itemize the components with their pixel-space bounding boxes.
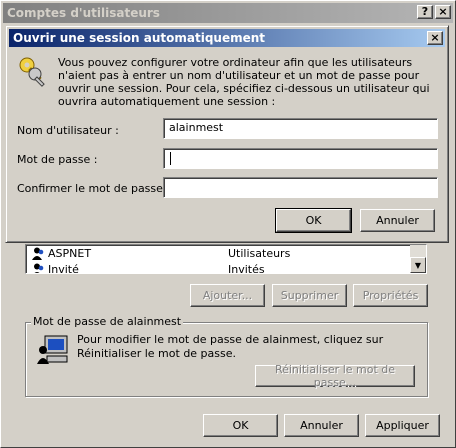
- apply-button[interactable]: Appliquer: [365, 414, 440, 437]
- text-caret: [170, 152, 171, 165]
- username-field[interactable]: alainmest: [163, 118, 438, 139]
- close-button[interactable]: ×: [435, 5, 451, 19]
- user-name: ASPNET: [48, 246, 92, 260]
- list-item[interactable]: Invité Invités: [32, 262, 265, 274]
- password-group-title: Mot de passe de alainmest: [31, 315, 184, 328]
- keys-icon: [18, 56, 48, 88]
- remove-button[interactable]: Supprimer: [272, 284, 347, 307]
- dialog-title-bar[interactable]: Ouvrir une session automatiquement ×: [9, 29, 445, 47]
- user-icon: [32, 247, 45, 260]
- user-name: Invité: [48, 262, 79, 274]
- dialog-cancel-button[interactable]: Annuler: [360, 209, 435, 232]
- reset-password-button[interactable]: Réinitialiser le mot de passe...: [255, 363, 415, 389]
- main-window-title: Comptes d'utilisateurs: [7, 6, 160, 20]
- user-accounts-window: Comptes d'utilisateurs ? × ASPNET Utilis…: [0, 0, 456, 448]
- help-button[interactable]: ?: [417, 5, 433, 19]
- ok-button[interactable]: OK: [203, 414, 278, 437]
- dialog-description: Vous pouvez configurer votre ordinateur …: [58, 56, 430, 108]
- auto-logon-dialog: Ouvrir une session automatiquement × Vou…: [5, 25, 449, 243]
- main-title-bar[interactable]: Comptes d'utilisateurs ? ×: [3, 3, 453, 23]
- password-field[interactable]: [163, 148, 438, 169]
- computer-user-icon: [37, 334, 69, 366]
- username-label: Nom d'utilisateur :: [17, 124, 119, 137]
- users-list[interactable]: ASPNET Utilisateurs Invité Invités ▼: [25, 244, 427, 274]
- user-group: Invités: [228, 262, 265, 274]
- scroll-down-icon[interactable]: ▼: [410, 257, 426, 273]
- dialog-title: Ouvrir une session automatiquement: [13, 31, 266, 45]
- cancel-button[interactable]: Annuler: [284, 414, 359, 437]
- list-scrollbar[interactable]: ▼: [410, 245, 426, 273]
- password-group-description: Pour modifier le mot de passe de alainme…: [77, 333, 384, 360]
- password-label: Mot de passe :: [17, 153, 98, 166]
- user-icon: [32, 263, 45, 273]
- user-group: Utilisateurs: [228, 246, 291, 260]
- confirm-password-field[interactable]: [163, 177, 438, 198]
- list-item[interactable]: ASPNET Utilisateurs: [32, 246, 290, 260]
- dialog-close-button[interactable]: ×: [427, 31, 443, 45]
- properties-button[interactable]: Propriétés: [353, 284, 428, 307]
- add-button[interactable]: Ajouter...: [190, 284, 265, 307]
- dialog-ok-button[interactable]: OK: [275, 208, 352, 233]
- confirm-password-label: Confirmer le mot de passe :: [17, 182, 171, 195]
